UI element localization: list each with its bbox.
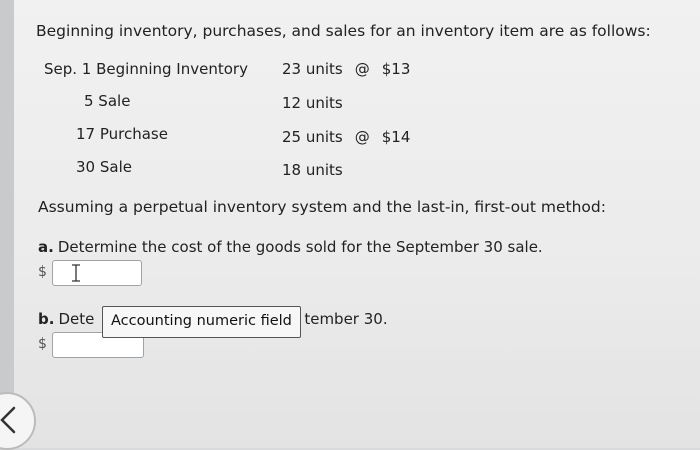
text-cursor-icon xyxy=(72,264,80,282)
inventory-row-qty: 12 units xyxy=(282,94,343,112)
inventory-row: Sep. 1 Beginning Inventory xyxy=(44,60,248,78)
intro-text: Beginning inventory, purchases, and sale… xyxy=(36,22,651,40)
row-date: 5 Sale xyxy=(84,92,131,110)
inventory-row-qty: 23 units @ $13 xyxy=(282,60,410,78)
row-date: 17 Purchase xyxy=(76,125,168,143)
row-qty: 25 units xyxy=(282,128,343,146)
row-qty: 12 units xyxy=(282,94,343,112)
inventory-row: 30 Sale xyxy=(76,158,132,176)
question-b-text-end: tember 30. xyxy=(304,310,388,328)
row-cost: $14 xyxy=(381,128,411,146)
row-date: 30 Sale xyxy=(76,158,132,176)
left-edge xyxy=(0,0,14,448)
inventory-row: 17 Purchase xyxy=(76,125,168,143)
row-qty: 23 units xyxy=(282,60,343,78)
question-a-letter: a. xyxy=(38,238,54,256)
answer-a-input[interactable] xyxy=(52,260,142,286)
inventory-row-qty: 25 units @ $14 xyxy=(282,128,410,146)
row-cost: $13 xyxy=(381,60,411,78)
inventory-row-qty: 18 units xyxy=(282,161,343,179)
row-date: Sep. 1 Beginning Inventory xyxy=(44,60,248,78)
question-a-text: Determine the cost of the goods sold for… xyxy=(57,238,543,256)
question-b-letter: b. xyxy=(38,310,55,328)
field-tooltip: Accounting numeric field xyxy=(102,306,301,338)
question-b-text-start: Dete xyxy=(58,310,95,328)
dollar-sign-a: $ xyxy=(38,264,47,280)
row-qty: 18 units xyxy=(282,161,343,179)
at-symbol: @ xyxy=(354,128,370,146)
question-a: a. Determine the cost of the goods sold f… xyxy=(38,238,543,256)
question-page: Beginning inventory, purchases, and sale… xyxy=(14,0,700,448)
dollar-sign-b: $ xyxy=(38,336,47,352)
inventory-row: 5 Sale xyxy=(84,92,130,110)
at-symbol: @ xyxy=(354,60,370,78)
chevron-left-icon xyxy=(0,406,16,434)
assumption-text: Assuming a perpetual inventory system an… xyxy=(38,198,606,216)
